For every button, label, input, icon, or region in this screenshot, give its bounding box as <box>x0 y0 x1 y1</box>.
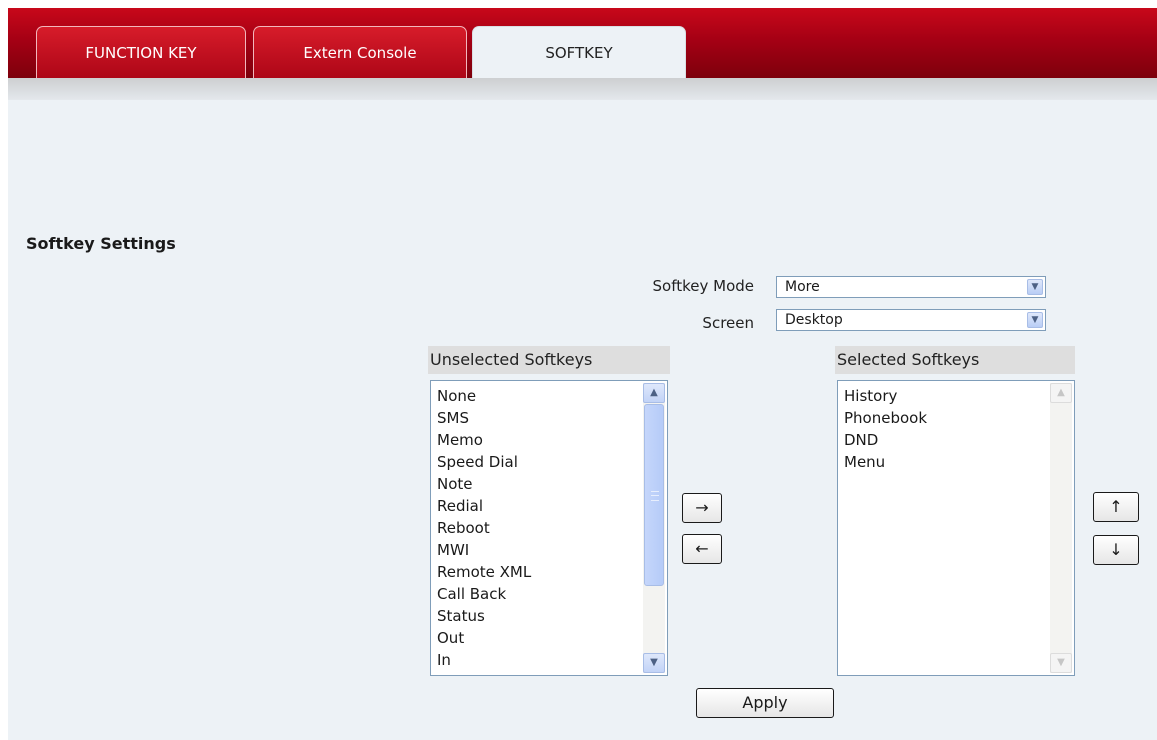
move-down-button[interactable]: ↓ <box>1093 535 1139 565</box>
list-item[interactable]: Remote XML <box>437 561 531 583</box>
tab-softkey[interactable]: SOFTKEY <box>472 26 686 78</box>
move-left-button[interactable]: ← <box>682 534 722 564</box>
list-item[interactable]: Memo <box>437 429 531 451</box>
move-up-button[interactable]: ↑ <box>1093 492 1139 522</box>
unselected-softkeys-list[interactable]: None SMS Memo Speed Dial Note Redial Reboot MWI… <box>430 380 668 676</box>
tab-extern-console[interactable]: Extern Console <box>253 26 467 78</box>
list-item[interactable]: Note <box>437 473 531 495</box>
screen-select[interactable]: Desktop ▼ <box>776 309 1046 331</box>
list-item[interactable]: Redial <box>437 495 531 517</box>
screen-label: Screen <box>702 314 754 332</box>
list-item[interactable]: Call Back <box>437 583 531 605</box>
screen-value: Desktop <box>785 312 843 328</box>
list-item[interactable]: History <box>844 385 927 407</box>
scroll-thumb[interactable] <box>644 404 664 586</box>
selected-softkeys-header: Selected Softkeys <box>835 346 1075 374</box>
apply-button[interactable]: Apply <box>696 688 834 718</box>
chevron-down-icon[interactable]: ▼ <box>1027 312 1043 328</box>
list-item[interactable]: SMS <box>437 407 531 429</box>
list-item[interactable]: Out <box>437 627 531 649</box>
selected-items: History Phonebook DND Menu <box>844 385 927 473</box>
header-subbar <box>8 78 1157 100</box>
scroll-up-icon[interactable]: ▲ <box>1050 383 1072 403</box>
softkey-mode-select[interactable]: More ▼ <box>776 276 1046 298</box>
list-item[interactable]: Menu <box>844 451 927 473</box>
section-title: Softkey Settings <box>26 234 176 253</box>
list-item[interactable]: DND <box>844 429 927 451</box>
list-item[interactable]: Phonebook <box>844 407 927 429</box>
softkey-mode-label: Softkey Mode <box>652 277 755 295</box>
selected-softkeys-list[interactable]: History Phonebook DND Menu ▲ ▼ <box>837 380 1075 676</box>
list-item[interactable]: None <box>437 385 531 407</box>
list-item[interactable]: Reboot <box>437 517 531 539</box>
tab-function-key[interactable]: FUNCTION KEY <box>36 26 246 78</box>
scroll-down-icon[interactable]: ▼ <box>643 653 665 673</box>
scroll-up-icon[interactable]: ▲ <box>643 383 665 403</box>
move-right-button[interactable]: → <box>682 493 722 523</box>
list-item[interactable]: In <box>437 649 531 671</box>
unselected-scrollbar[interactable]: ▲ ▼ <box>643 383 665 673</box>
chevron-down-icon[interactable]: ▼ <box>1027 279 1043 295</box>
scroll-down-icon[interactable]: ▼ <box>1050 653 1072 673</box>
softkey-mode-value: More <box>785 279 820 295</box>
list-item[interactable]: Speed Dial <box>437 451 531 473</box>
unselected-items: None SMS Memo Speed Dial Note Redial Reboot MWI… <box>437 385 531 671</box>
list-item[interactable]: Status <box>437 605 531 627</box>
list-item[interactable]: MWI <box>437 539 531 561</box>
selected-scrollbar[interactable]: ▲ ▼ <box>1050 383 1072 673</box>
unselected-softkeys-header: Unselected Softkeys <box>428 346 670 374</box>
